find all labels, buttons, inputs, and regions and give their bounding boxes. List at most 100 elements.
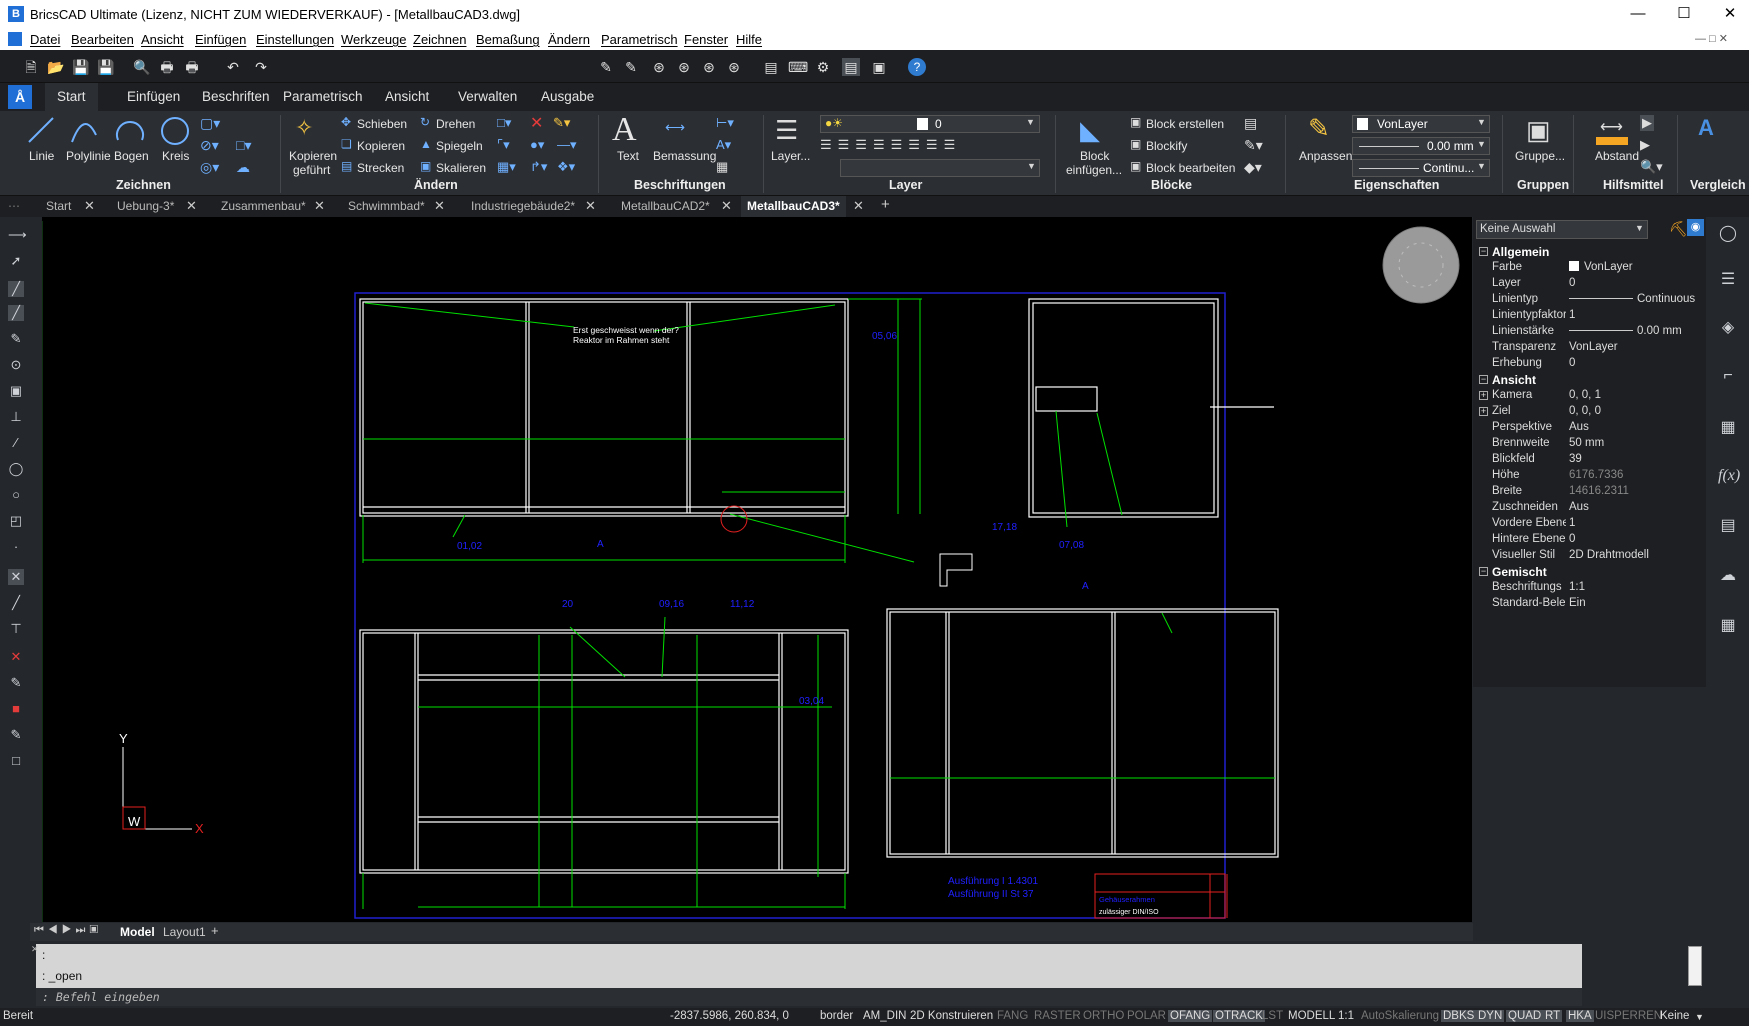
close-tab-icon[interactable]: ✕ — [434, 198, 445, 214]
status-dbks[interactable]: DBKS — [1441, 1010, 1477, 1022]
app-menu-button[interactable]: Å — [8, 85, 32, 109]
text-button[interactable]: Text — [617, 149, 639, 163]
open-icon[interactable]: 📂 — [47, 58, 65, 76]
status-raster[interactable]: RASTER — [1034, 1010, 1081, 1022]
select3-icon[interactable]: ⊛ — [700, 58, 718, 76]
command-scrollbar[interactable] — [1688, 946, 1702, 986]
status-keine[interactable]: Keine — [1660, 1010, 1689, 1022]
nearest-icon[interactable]: ⊤ — [8, 621, 24, 637]
ellipse-icon[interactable]: ◯ — [8, 461, 24, 477]
attribute-icon[interactable]: ▤ — [1244, 115, 1257, 132]
close-tab-icon[interactable]: ✕ — [314, 198, 325, 214]
block-bearbeiten-button[interactable]: Block bearbeiten — [1146, 161, 1235, 175]
select-icon[interactable]: ⊛ — [650, 58, 668, 76]
menu-hilfe[interactable]: Hilfe — [736, 32, 762, 47]
menu-parametrisch[interactable]: Parametrisch — [601, 32, 678, 47]
compare-icon[interactable]: A — [1698, 115, 1714, 141]
new-icon[interactable]: 🗎 — [22, 58, 40, 76]
status-hka[interactable]: HKA — [1566, 1010, 1594, 1022]
gruppe-button[interactable]: Gruppe... — [1515, 149, 1565, 163]
status-ofang[interactable]: OFANG — [1168, 1010, 1213, 1022]
status-quad[interactable]: QUAD — [1506, 1010, 1544, 1022]
rect-snap-icon[interactable]: ■ — [8, 701, 24, 717]
selection-dropdown[interactable]: Keine Auswahl ▼ — [1476, 220, 1648, 239]
insert-icon[interactable]: ◰ — [8, 513, 24, 529]
status-border[interactable]: border — [820, 1010, 853, 1022]
offset-icon[interactable]: □▾ — [497, 115, 511, 131]
layers-panel-icon[interactable]: ◈ — [1718, 317, 1738, 337]
doc-restore-icon[interactable]: — □ ✕ — [1695, 32, 1728, 45]
tab-model[interactable]: Model — [120, 925, 155, 939]
help-icon[interactable]: ? — [908, 58, 926, 76]
quick-select-eye-icon[interactable]: ◉ — [1687, 219, 1704, 236]
block-erstellen-button[interactable]: Block erstellen — [1146, 117, 1224, 131]
status-uisperren[interactable]: UISPERREN — [1595, 1010, 1662, 1022]
doctab-industriegebaeude2[interactable]: Industriegebäude2* — [471, 199, 575, 213]
spiegeln-button[interactable]: Spiegeln — [436, 139, 483, 153]
tab-parametrisch[interactable]: Parametrisch — [283, 89, 363, 104]
text-style-icon[interactable]: A▾ — [716, 137, 731, 153]
xline-icon[interactable]: ╱ — [8, 281, 24, 297]
xline2-icon[interactable]: ╱ — [8, 305, 24, 321]
polylinie-button[interactable]: Polylinie — [66, 149, 111, 163]
parallel-icon[interactable]: ∕ — [8, 435, 24, 451]
blockify-button[interactable]: Blockify — [1146, 139, 1187, 153]
square-tool-icon[interactable]: ▣ — [8, 383, 24, 399]
trim-icon[interactable]: ✎▾ — [553, 115, 570, 131]
menu-zeichnen[interactable]: Zeichnen — [413, 32, 466, 47]
skalieren-button[interactable]: Skalieren — [436, 161, 486, 175]
status-otrack[interactable]: OTRACK — [1213, 1010, 1265, 1022]
print-icon[interactable]: 🖶 — [158, 58, 176, 76]
select4-icon[interactable]: ⊛ — [725, 58, 743, 76]
close-button[interactable]: ✕ — [1707, 0, 1749, 28]
new-tab-icon[interactable]: + — [881, 196, 890, 213]
attribute-tools-icon[interactable]: ◆▾ — [1244, 159, 1262, 176]
structure-panel-icon[interactable]: ▤ — [1718, 515, 1738, 535]
explode-icon[interactable]: ●▾ — [530, 137, 544, 153]
doctab-zusammenbau[interactable]: Zusammenbau* — [221, 199, 306, 213]
settings-icon[interactable]: ⚙ — [814, 58, 832, 76]
table-icon[interactable]: ▦ — [716, 159, 728, 175]
select2-icon[interactable]: ⊛ — [675, 58, 693, 76]
ray-icon[interactable]: ⟶ — [8, 227, 27, 243]
doctab-uebung3[interactable]: Uebung-3* — [117, 199, 174, 213]
drawing-canvas[interactable]: Erst geschweisst wenn der? Reaktor im Ra… — [42, 217, 1472, 922]
menu-bearbeiten[interactable]: Bearbeiten — [71, 32, 134, 47]
tab-ausgabe[interactable]: Ausgabe — [541, 89, 594, 104]
layer-state-dropdown[interactable]: ▼ — [840, 159, 1040, 177]
pencil-icon[interactable]: ✎ — [8, 331, 24, 347]
lightbulb-panel-icon[interactable]: ◯ — [1718, 223, 1738, 243]
filter-icon[interactable]: ⛏ — [1669, 220, 1688, 238]
clear-snaps-icon[interactable]: ✕ — [8, 649, 24, 665]
doctab-metallbaucad3[interactable]: MetallbauCAD3* — [741, 196, 846, 217]
maximize-button[interactable]: ☐ — [1661, 0, 1707, 28]
break-icon[interactable]: ↱▾ — [530, 159, 547, 175]
menu-einstellungen[interactable]: Einstellungen — [256, 32, 334, 47]
drehen-button[interactable]: Drehen — [436, 117, 475, 131]
status-rt[interactable]: RT — [1543, 1010, 1563, 1022]
collapse-icon[interactable]: − — [1479, 375, 1488, 384]
tangent-icon[interactable]: ╱ — [8, 595, 24, 611]
print-preview-icon[interactable]: 🔍 — [133, 58, 151, 76]
color-dropdown[interactable]: VonLayer ▼ — [1352, 115, 1490, 133]
kopieren-gefuehrt-button[interactable]: Kopieren — [289, 149, 337, 163]
expand-icon[interactable]: + — [1479, 407, 1488, 416]
prop-row[interactable]: Standard-Beleu Ein — [1473, 595, 1706, 613]
status-autoskalierung[interactable]: AutoSkalierung — [1361, 1010, 1439, 1022]
bemassung-button[interactable]: Bemassung — [653, 149, 716, 163]
status-ortho[interactable]: ORTHO — [1083, 1010, 1124, 1022]
status-am-din[interactable]: AM_DIN — [863, 1010, 906, 1022]
close-command-icon[interactable]: ✕ — [31, 944, 39, 955]
paint-icon[interactable]: ✎ — [8, 675, 24, 691]
status-polar[interactable]: POLAR — [1127, 1010, 1166, 1022]
grid-panel-icon[interactable]: ▦ — [1718, 615, 1738, 635]
abstand-button[interactable]: Abstand — [1595, 149, 1639, 163]
layer-tools-icon[interactable]: ☰☰☰☰☰☰☰☰ — [820, 137, 961, 153]
dim-snap-icon[interactable]: ✎ — [8, 727, 24, 743]
schieben-button[interactable]: Schieben — [357, 117, 407, 131]
quick-select-icon[interactable]: 🔍▾ — [1640, 159, 1663, 175]
layout-nav-icon[interactable]: ⏮◀▶⏭▣ — [34, 924, 102, 937]
circle2-icon[interactable]: ○ — [8, 487, 24, 503]
donut-icon[interactable]: ◎▾ — [200, 159, 219, 176]
collapse-icon[interactable]: − — [1479, 247, 1488, 256]
